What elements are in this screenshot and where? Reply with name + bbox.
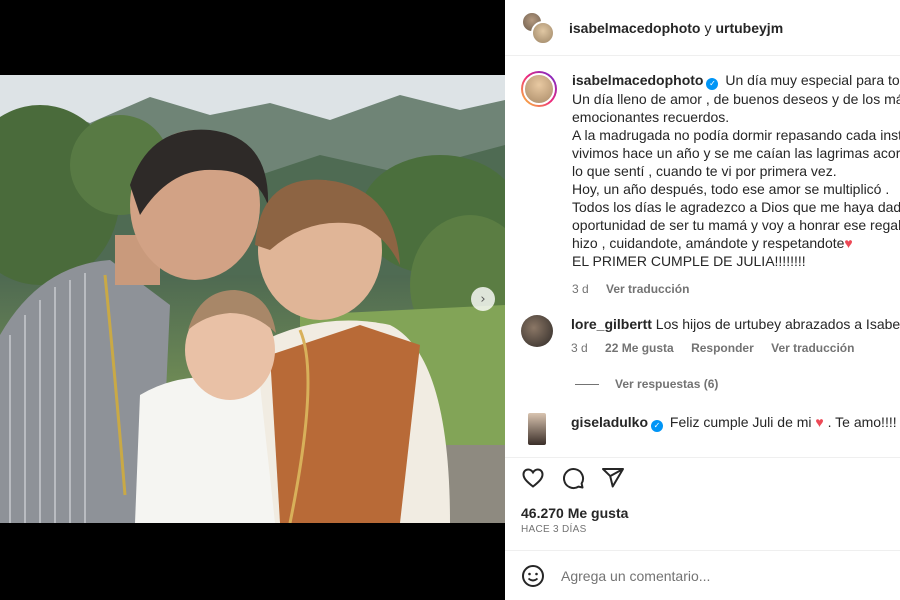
translate-link[interactable]: Ver traducción [771, 341, 854, 355]
comment-meta: 3 d 22 Me gusta Responder Ver traducción [571, 339, 900, 357]
caption-line: oportunidad de ser tu mamá y voy a honra… [572, 217, 900, 233]
add-comment-bar [505, 550, 900, 600]
post-side-panel: isabelmacedophoto y urtubeyjm isabelmacedo… [505, 0, 900, 600]
chevron-right-icon: › [480, 291, 486, 307]
emoji-icon[interactable] [521, 564, 545, 588]
caption-line: A la madrugada no podía dormir repasando… [572, 127, 900, 143]
comment-item: giseladulko ✓ Feliz cumple Juli de mi ♥ .… [521, 413, 900, 445]
verified-badge-icon: ✓ [651, 420, 664, 432]
avatar [531, 20, 555, 45]
comment-likes[interactable]: 22 Me gusta [605, 341, 674, 355]
comment-text: . Te amo!!!! [827, 414, 897, 430]
comment-item: lore_gilbertt Los hijos de urtubey abraz… [521, 315, 900, 357]
caption-line: lo que sentí , cuando te vi por primera … [572, 163, 837, 179]
caption-line: emocionantes recuerdos. [572, 109, 730, 125]
reply-button[interactable]: Responder [691, 341, 754, 355]
action-bar [505, 457, 900, 497]
comment-username[interactable]: lore_gilbertt [571, 316, 652, 332]
comment-text: Los hijos de urtubey abrazados a Isabel [655, 316, 900, 332]
caption-line: vivimos hace un año y se me caían las la… [572, 145, 900, 161]
avatar[interactable] [521, 315, 553, 347]
like-heart-icon[interactable] [521, 466, 545, 490]
collab-avatars[interactable] [521, 10, 555, 45]
view-replies-button[interactable]: Ver respuestas (6) [575, 377, 718, 391]
red-heart-icon: ♥ [815, 414, 824, 430]
comments-list[interactable]: isabelmacedophoto ✓ Un día muy especial p… [505, 57, 900, 457]
caption-line: hizo , cuidandote, amándote y respetando… [572, 235, 845, 251]
caption-line: Todos los días le agradezco a Dios que m… [572, 199, 900, 215]
author-link[interactable]: isabelmacedophoto [569, 20, 700, 36]
comment-text: Feliz cumple Juli de mi [669, 414, 812, 430]
verified-badge-icon: ✓ [706, 78, 719, 90]
comment-username[interactable]: giseladulko [571, 414, 648, 430]
caption-username[interactable]: isabelmacedophoto [572, 72, 703, 88]
avatar[interactable] [528, 413, 546, 445]
post-authors: isabelmacedophoto y urtubeyjm [569, 20, 783, 36]
caption-age: 3 d [572, 282, 589, 296]
caption-meta: 3 d Ver traducción [572, 280, 900, 298]
view-replies-label: Ver respuestas (6) [615, 377, 719, 391]
likes-count[interactable]: 46.270 Me gusta [521, 505, 628, 521]
caption: isabelmacedophoto ✓ Un día muy especial p… [521, 71, 900, 298]
comment-age: 3 d [571, 341, 588, 355]
avatar[interactable] [521, 71, 557, 107]
comment-bubble-icon[interactable] [561, 466, 585, 490]
caption-line: Hoy, un año después, todo ese amor se mu… [572, 181, 890, 197]
share-send-icon[interactable] [601, 466, 625, 490]
comment-input[interactable] [561, 567, 861, 584]
red-heart-icon: ♥ [844, 235, 853, 251]
post-photo[interactable] [0, 75, 505, 523]
post-timestamp: HACE 3 DÍAS [521, 524, 587, 535]
translate-link[interactable]: Ver traducción [606, 282, 689, 296]
media-pane: › [0, 0, 505, 600]
divider [575, 383, 599, 385]
photo-illustration [0, 75, 505, 523]
coauthor-link[interactable]: urtubeyjm [715, 20, 783, 36]
author-connector: y [704, 19, 712, 36]
post-header: isabelmacedophoto y urtubeyjm [505, 0, 900, 56]
next-photo-button[interactable]: › [471, 287, 495, 311]
caption-line: EL PRIMER CUMPLE DE JULIA!!!!!!!! [572, 253, 806, 269]
caption-line: Un día muy especial para toda [725, 72, 900, 88]
caption-line: Un día lleno de amor , de buenos deseos … [572, 91, 900, 107]
